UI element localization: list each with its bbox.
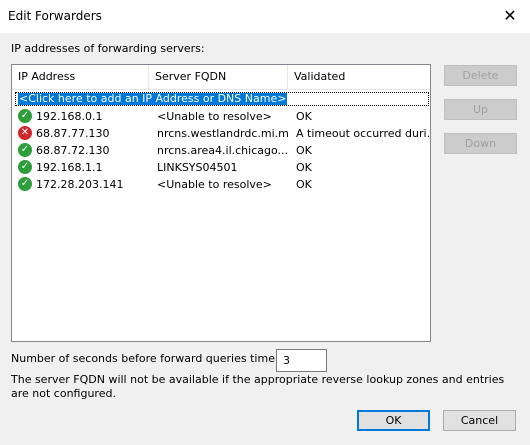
table-row[interactable]: ✓ 192.168.1.1 LINKSYS04501 OK [15, 159, 429, 176]
close-icon[interactable]: ✕ [500, 6, 520, 26]
validated-cell: OK [296, 110, 312, 123]
delete-button[interactable]: Delete [444, 65, 517, 86]
add-address-text[interactable]: <Click here to add an IP Address or DNS … [18, 93, 288, 105]
column-header-ip[interactable]: IP Address [12, 65, 149, 89]
cancel-button[interactable]: Cancel [443, 410, 516, 431]
ok-icon: ✓ [18, 160, 32, 174]
validated-cell: A timeout occurred duri... [296, 127, 429, 140]
fqdn-cell: nrcns.westlandrdc.mi.m... [157, 127, 289, 140]
table-row[interactable]: ✓ 192.168.0.1 <Unable to resolve> OK [15, 108, 429, 125]
title-bar: Edit Forwarders ✕ [0, 0, 530, 33]
up-button[interactable]: Up [444, 99, 517, 120]
column-header-fqdn[interactable]: Server FQDN [149, 65, 288, 89]
ok-icon: ✓ [18, 109, 32, 123]
list-header: IP Address Server FQDN Validated [12, 65, 430, 90]
table-row[interactable]: ✓ 172.28.203.141 <Unable to resolve> OK [15, 176, 429, 193]
fqdn-cell: LINKSYS04501 [157, 161, 238, 174]
ok-button[interactable]: OK [357, 410, 430, 431]
ip-cell: 68.87.72.130 [36, 144, 110, 157]
validated-cell: OK [296, 178, 312, 191]
ip-cell: 192.168.1.1 [36, 161, 103, 174]
fqdn-cell: <Unable to resolve> [157, 110, 272, 123]
table-row[interactable]: ✕ 68.87.77.130 nrcns.westlandrdc.mi.m...… [15, 125, 429, 142]
ip-cell: 172.28.203.141 [36, 178, 124, 191]
validated-cell: OK [296, 144, 312, 157]
timeout-input[interactable]: 3 [276, 349, 327, 372]
window-title: Edit Forwarders [8, 9, 102, 23]
add-address-row[interactable]: <Click here to add an IP Address or DNS … [15, 92, 429, 106]
timeout-label: Number of seconds before forward queries… [11, 352, 301, 365]
fqdn-cell: <Unable to resolve> [157, 178, 272, 191]
error-icon: ✕ [18, 126, 32, 140]
table-row[interactable]: ✓ 68.87.72.130 nrcns.area4.il.chicago...… [15, 142, 429, 159]
ip-cell: 192.168.0.1 [36, 110, 103, 123]
fqdn-cell: nrcns.area4.il.chicago.... [157, 144, 289, 157]
ip-cell: 68.87.77.130 [36, 127, 110, 140]
validated-cell: OK [296, 161, 312, 174]
ok-icon: ✓ [18, 177, 32, 191]
down-button[interactable]: Down [444, 133, 517, 154]
forwarders-list[interactable]: IP Address Server FQDN Validated <Click … [11, 64, 431, 342]
fqdn-note: The server FQDN will not be available if… [11, 373, 505, 400]
ok-icon: ✓ [18, 143, 32, 157]
column-header-validated[interactable]: Validated [288, 65, 430, 89]
forwarders-caption: IP addresses of forwarding servers: [11, 42, 205, 55]
